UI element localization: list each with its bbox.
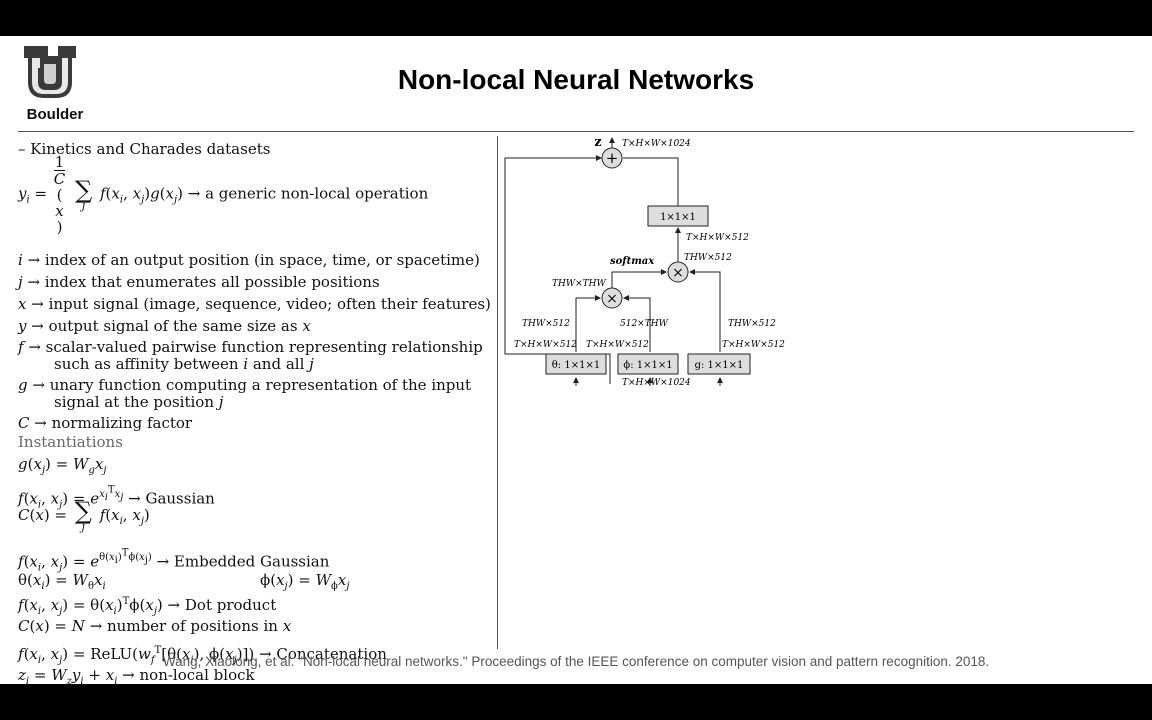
g-dims-label: T×H×W×512	[722, 340, 785, 350]
def-f-cont-text: such as affinity between	[54, 355, 239, 373]
def-f-text: → scalar-valued pairwise function repres…	[28, 338, 483, 356]
thw512-left-label: THW×512	[522, 319, 570, 329]
column-divider	[497, 136, 498, 649]
output-conv-label: 1×1×1	[660, 212, 696, 223]
def-g-cont-text: signal at the position	[54, 393, 214, 411]
def-g: g → unary function computing a represent…	[18, 376, 472, 394]
num-positions-text: → number of positions in	[89, 617, 278, 635]
eq-g: g(xj) = Wgxj	[18, 455, 107, 476]
nonlocal-block-diagram: + z T×H×W×1024 1×1×1 T×H×W×512 × THW×512…	[504, 136, 785, 386]
thw512-g-label: THW×512	[728, 319, 776, 329]
logo-text: Boulder	[26, 106, 84, 123]
instantiations-heading: Instantiations	[18, 433, 123, 451]
bottom-dims-label: T×H×W×1024	[622, 378, 691, 386]
def-x: x → input signal (image, sequence, video…	[18, 295, 491, 313]
top-dims-label: T×H×W×1024	[622, 139, 691, 149]
def-y-text: → output signal of the same size as	[31, 317, 298, 335]
g-box-label: g: 1×1×1	[695, 360, 744, 371]
dot-product-text: → Dot product	[167, 596, 277, 614]
def-x-text: → input signal (image, sequence, video; …	[31, 295, 491, 313]
def-i: i → index of an output position (in spac…	[18, 251, 480, 269]
z-label: z	[594, 136, 601, 150]
def-y: y → output signal of the same size as x	[18, 317, 311, 335]
def-f-cont-text2: and all	[252, 355, 305, 373]
thw512-mid-label: 512×THW	[620, 319, 669, 329]
embedded-gaussian-text: → Embedded Gaussian	[156, 552, 330, 571]
def-c: C → normalizing factor	[18, 414, 193, 432]
softmax-label: softmax	[610, 256, 655, 267]
product-symbol-2: ×	[672, 265, 684, 281]
def-c-text: → normalizing factor	[34, 414, 193, 432]
def-j-text: → index that enumerates all possible pos…	[27, 273, 380, 291]
def-g-text: → unary function computing a representat…	[32, 376, 472, 394]
phi-dims-label: T×H×W×512	[586, 340, 649, 350]
citation: Wang, Xiaolong, et al. "Non-local neural…	[162, 654, 990, 669]
thwthw-label: THW×THW	[552, 279, 606, 289]
theta-box-label: θ: 1×1×1	[552, 360, 600, 371]
def-i-text: → index of an output position (in space,…	[27, 251, 480, 269]
output-conv-dims: T×H×W×512	[686, 233, 749, 243]
title-divider	[18, 131, 1134, 132]
def-f-cont: such as affinity between i and all j	[54, 355, 314, 373]
generic-equation: yi = 1 C(x) ∑ j f(xi, xj)g(xj) → a generic…	[18, 153, 429, 236]
theta-dims-label: T×H×W×512	[514, 340, 577, 350]
def-j: j → index that enumerates all possible p…	[18, 273, 380, 291]
slide-title: Non-local Neural Networks	[397, 64, 755, 95]
thw512-right-label: THW×512	[684, 253, 732, 263]
generic-arrow-text: → a generic non-local operation	[187, 184, 429, 203]
phi-box-label: ϕ: 1×1×1	[623, 360, 672, 371]
def-f: f → scalar-valued pairwise function repr…	[18, 338, 483, 356]
eq-c-sum: C(x) = ∑ j f(xi, xj)	[18, 497, 150, 533]
product-symbol-1: ×	[606, 291, 618, 307]
def-g-cont: signal at the position j	[54, 393, 224, 411]
sum-symbol: +	[606, 149, 619, 167]
slide: Boulder Non-local Neural Networks – Kine…	[0, 36, 1152, 684]
eq-c-n: C(x) = N → number of positions in x	[18, 617, 292, 635]
